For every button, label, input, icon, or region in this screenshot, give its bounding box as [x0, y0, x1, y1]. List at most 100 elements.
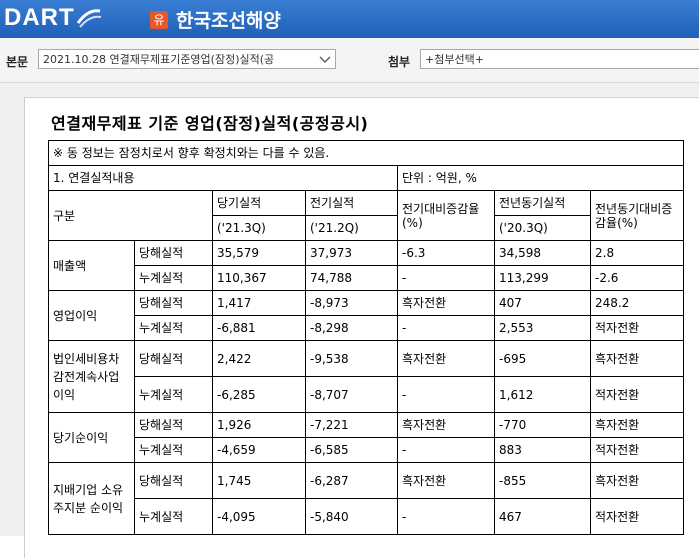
- group-name: 지배기업 소유주지분 순이익: [48, 462, 135, 535]
- cell-base: -770: [494, 412, 591, 438]
- cell-cur: -4,659: [212, 437, 306, 463]
- row-type: 당해실적: [134, 340, 213, 377]
- row-type: 누계실적: [134, 265, 213, 291]
- logo-text: DART: [4, 4, 75, 31]
- unit-text: 단위 : 억원, %: [397, 165, 684, 191]
- group-name: 법인세비용차감전계속사업이익: [48, 340, 135, 413]
- cell-qoq: -: [397, 315, 495, 341]
- group-name: 매출액: [48, 240, 135, 291]
- row-type: 누계실적: [134, 376, 213, 413]
- attach-select-value: +첨부선택+: [425, 53, 484, 66]
- logo-swoosh-icon: [76, 7, 102, 29]
- table-row: 누계실적 -4,095 -5,840 - 467 적자전환: [49, 498, 684, 535]
- cell-qoq: -6.3: [397, 240, 495, 266]
- yoy-base-header: 전년동기실적: [494, 190, 591, 216]
- dart-logo[interactable]: DART: [4, 4, 102, 31]
- document-viewer[interactable]: 연결재무제표 기준 영업(잠정)실적(공정공시) ※ 동 정보는 잠정치로서 향…: [0, 83, 699, 558]
- table-row: 지배기업 소유주지분 순이익 당해실적 1,745 -6,287 흑자전환 -8…: [48, 462, 684, 535]
- table-row: 영업이익 당해실적 1,417 -8,973 흑자전환 407 248.2: [48, 290, 684, 341]
- cell-prev: -8,707: [305, 376, 398, 413]
- row-type: 당해실적: [134, 290, 213, 316]
- cell-cur: 35,579: [212, 240, 306, 266]
- cell-qoq: -: [397, 376, 495, 413]
- cell-base: 883: [494, 437, 591, 463]
- cell-qoq: -: [397, 437, 495, 463]
- cell-yoy: 적자전환: [590, 498, 684, 535]
- cell-prev: -9,538: [305, 340, 398, 377]
- row-type: 누계실적: [134, 315, 213, 341]
- document-filter-bar: 본문 2021.10.28 연결재무제표기준영업(잠정)실적(공 첨부 +첨부선…: [0, 38, 699, 83]
- cur-header: 당기실적: [212, 190, 306, 216]
- table-row: 법인세비용차감전계속사업이익 당해실적 2,422 -9,538 흑자전환 -6…: [48, 340, 684, 413]
- cell-cur: 110,367: [212, 265, 306, 291]
- table-row: 당기순이익 당해실적 1,926 -7,221 흑자전환 -770 흑자전환: [48, 412, 684, 463]
- cell-base: 407: [494, 290, 591, 316]
- attach-select[interactable]: +첨부선택+: [420, 49, 699, 69]
- cell-qoq: -: [397, 498, 495, 535]
- table-row: 매출액 당해실적 35,579 37,973 -6.3 34,598 2.8: [48, 240, 684, 291]
- cell-prev: -8,298: [305, 315, 398, 341]
- cell-cur: 2,422: [212, 340, 306, 377]
- cell-prev: -8,973: [305, 290, 398, 316]
- section-row: 1. 연결실적내용 단위 : 억원, %: [48, 165, 684, 191]
- notice-text: ※ 동 정보는 잠정치로서 향후 확정치와는 다를 수 있음.: [48, 140, 684, 166]
- yoy-header: 전년동기대비증감율(%): [590, 190, 684, 241]
- cell-cur: 1,745: [212, 462, 306, 499]
- table-row: 누계실적 -4,659 -6,585 - 883 적자전환: [49, 437, 684, 463]
- cell-yoy: -2.6: [590, 265, 684, 291]
- cell-cur: 1,417: [212, 290, 306, 316]
- cell-yoy: 2.8: [590, 240, 684, 266]
- cell-qoq: 흑자전환: [397, 412, 495, 438]
- group-name: 영업이익: [48, 290, 135, 341]
- row-type: 누계실적: [134, 437, 213, 463]
- results-table: ※ 동 정보는 잠정치로서 향후 확정치와는 다를 수 있음. 1. 연결실적내…: [48, 140, 684, 535]
- qoq-header: 전기대비증감율(%): [397, 190, 495, 241]
- cell-cur: 1,926: [212, 412, 306, 438]
- cell-base: 467: [494, 498, 591, 535]
- cur-period: ('21.3Q): [212, 215, 306, 241]
- cell-yoy: 흑자전환: [590, 462, 684, 499]
- group-name: 당기순이익: [48, 412, 135, 463]
- company-heading: 유 한국조선해양: [150, 6, 281, 33]
- notice-row: ※ 동 정보는 잠정치로서 향후 확정치와는 다를 수 있음.: [48, 140, 684, 166]
- cell-cur: -6,881: [212, 315, 306, 341]
- cell-yoy: 248.2: [590, 290, 684, 316]
- prev-period: ('21.2Q): [305, 215, 398, 241]
- cell-yoy: 적자전환: [590, 437, 684, 463]
- market-badge: 유: [150, 10, 168, 29]
- cell-qoq: -: [397, 265, 495, 291]
- company-name: 한국조선해양: [176, 10, 281, 32]
- category-header: 구분: [48, 190, 213, 241]
- document-title: 연결재무제표 기준 영업(잠정)실적(공정공시): [51, 114, 369, 133]
- table-row: 누계실적 -6,285 -8,707 - 1,612 적자전환: [49, 376, 684, 413]
- cell-base: -855: [494, 462, 591, 499]
- cell-base: 2,553: [494, 315, 591, 341]
- cell-prev: 74,788: [305, 265, 398, 291]
- prev-header: 전기실적: [305, 190, 398, 216]
- yoy-period: ('20.3Q): [494, 215, 591, 241]
- table-row: 누계실적 -6,881 -8,298 - 2,553 적자전환: [49, 315, 684, 341]
- top-header: DART 유 한국조선해양: [0, 0, 699, 38]
- cell-base: 1,612: [494, 376, 591, 413]
- cell-prev: -7,221: [305, 412, 398, 438]
- cell-base: 113,299: [494, 265, 591, 291]
- cell-base: -695: [494, 340, 591, 377]
- body-select[interactable]: 2021.10.28 연결재무제표기준영업(잠정)실적(공: [38, 49, 336, 69]
- cell-qoq: 흑자전환: [397, 340, 495, 377]
- cell-yoy: 흑자전환: [590, 340, 684, 377]
- header-row: 구분 당기실적 전기실적 전기대비증감율(%) 전년동기실적 전년동기대비증감율…: [48, 190, 684, 241]
- cell-prev: -6,585: [305, 437, 398, 463]
- row-type: 당해실적: [134, 240, 213, 266]
- cell-yoy: 적자전환: [590, 315, 684, 341]
- row-type: 누계실적: [134, 498, 213, 535]
- cell-prev: -6,287: [305, 462, 398, 499]
- cell-cur: -6,285: [212, 376, 306, 413]
- cell-yoy: 적자전환: [590, 376, 684, 413]
- row-type: 당해실적: [134, 462, 213, 499]
- body-select-value: 2021.10.28 연결재무제표기준영업(잠정)실적(공: [43, 53, 275, 66]
- cell-qoq: 흑자전환: [397, 462, 495, 499]
- cell-prev: 37,973: [305, 240, 398, 266]
- body-label: 본문: [6, 55, 29, 69]
- row-type: 당해실적: [134, 412, 213, 438]
- document-page: 연결재무제표 기준 영업(잠정)실적(공정공시) ※ 동 정보는 잠정치로서 향…: [24, 97, 699, 558]
